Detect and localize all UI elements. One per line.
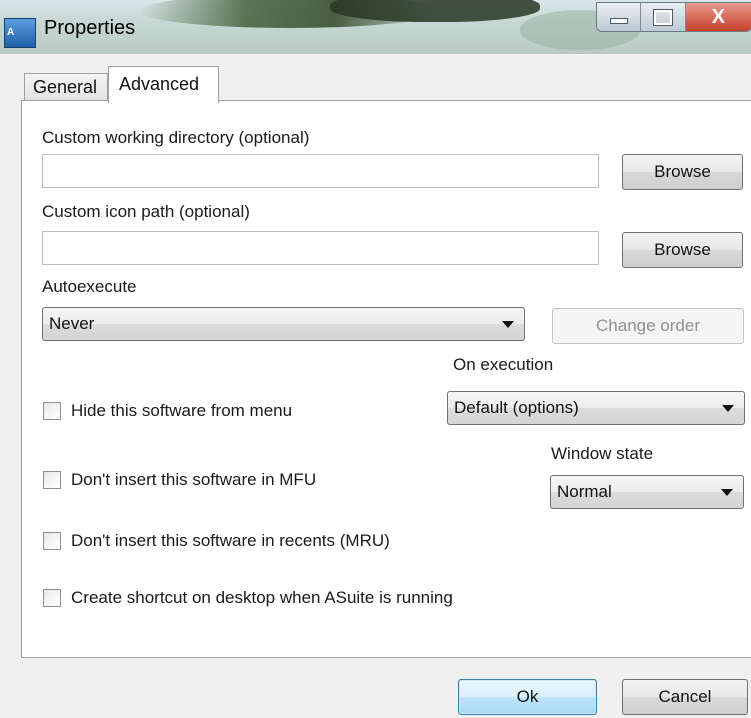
browse-icon-path-label: Browse <box>654 240 711 259</box>
checkbox-box[interactable] <box>43 402 61 420</box>
change-order-button[interactable]: Change order <box>552 308 744 344</box>
advanced-panel: Custom working directory (optional) Brow… <box>21 100 751 658</box>
chevron-down-icon <box>721 489 733 496</box>
close-button[interactable]: X <box>685 3 751 31</box>
working-dir-input[interactable] <box>42 154 599 188</box>
app-icon: A <box>4 18 36 48</box>
minimize-button[interactable] <box>597 3 642 31</box>
title-bar[interactable]: A Properties X <box>0 0 751 54</box>
no-mfu-checkbox[interactable]: Don't insert this software in MFU <box>43 470 316 490</box>
cancel-button-label: Cancel <box>658 687 712 706</box>
on-execution-value: Default (options) <box>454 398 579 417</box>
checkbox-label: Create shortcut on desktop when ASuite i… <box>71 588 453 607</box>
change-order-label: Change order <box>596 316 700 335</box>
chevron-down-icon <box>502 321 514 328</box>
ok-button[interactable]: Ok <box>458 679 597 715</box>
checkbox-box[interactable] <box>43 532 61 550</box>
ok-button-label: Ok <box>516 687 539 706</box>
working-dir-label: Custom working directory (optional) <box>42 128 310 147</box>
on-execution-select[interactable]: Default (options) <box>447 391 745 425</box>
autoexecute-select[interactable]: Never <box>42 307 525 341</box>
checkbox-label: Don't insert this software in MFU <box>71 470 317 489</box>
window-title: Properties <box>44 17 136 39</box>
maximize-icon <box>653 8 674 26</box>
cancel-button[interactable]: Cancel <box>622 679 748 715</box>
tab-general[interactable]: General <box>24 73 108 101</box>
desktop-shortcut-checkbox[interactable]: Create shortcut on desktop when ASuite i… <box>43 588 453 608</box>
caption-buttons: X <box>596 2 751 32</box>
close-icon: X <box>711 5 726 28</box>
icon-path-input[interactable] <box>42 231 599 265</box>
window-state-select[interactable]: Normal <box>550 475 744 509</box>
window-state-label: Window state <box>551 444 654 463</box>
checkbox-label: Hide this software from menu <box>71 401 293 420</box>
autoexecute-label: Autoexecute <box>42 277 137 296</box>
window-state-value: Normal <box>557 482 612 501</box>
tab-advanced-label: Advanced <box>119 74 200 94</box>
tab-general-label: General <box>33 77 98 97</box>
hide-from-menu-checkbox[interactable]: Hide this software from menu <box>43 401 292 421</box>
browse-icon-path-button[interactable]: Browse <box>622 232 743 268</box>
properties-window: A Properties X General Advanced Custom w… <box>0 0 751 718</box>
checkbox-box[interactable] <box>43 589 61 607</box>
no-mru-checkbox[interactable]: Don't insert this software in recents (M… <box>43 531 390 551</box>
maximize-button[interactable] <box>641 3 686 31</box>
checkbox-label: Don't insert this software in recents (M… <box>71 531 390 550</box>
chevron-down-icon <box>722 405 734 412</box>
browse-working-dir-button[interactable]: Browse <box>622 154 743 190</box>
autoexecute-value: Never <box>49 314 95 333</box>
tab-advanced[interactable]: Advanced <box>108 66 219 103</box>
icon-path-label: Custom icon path (optional) <box>42 202 250 221</box>
on-execution-label: On execution <box>453 355 554 374</box>
minimize-icon <box>609 18 628 24</box>
browse-working-dir-label: Browse <box>654 162 711 181</box>
checkbox-box[interactable] <box>43 471 61 489</box>
